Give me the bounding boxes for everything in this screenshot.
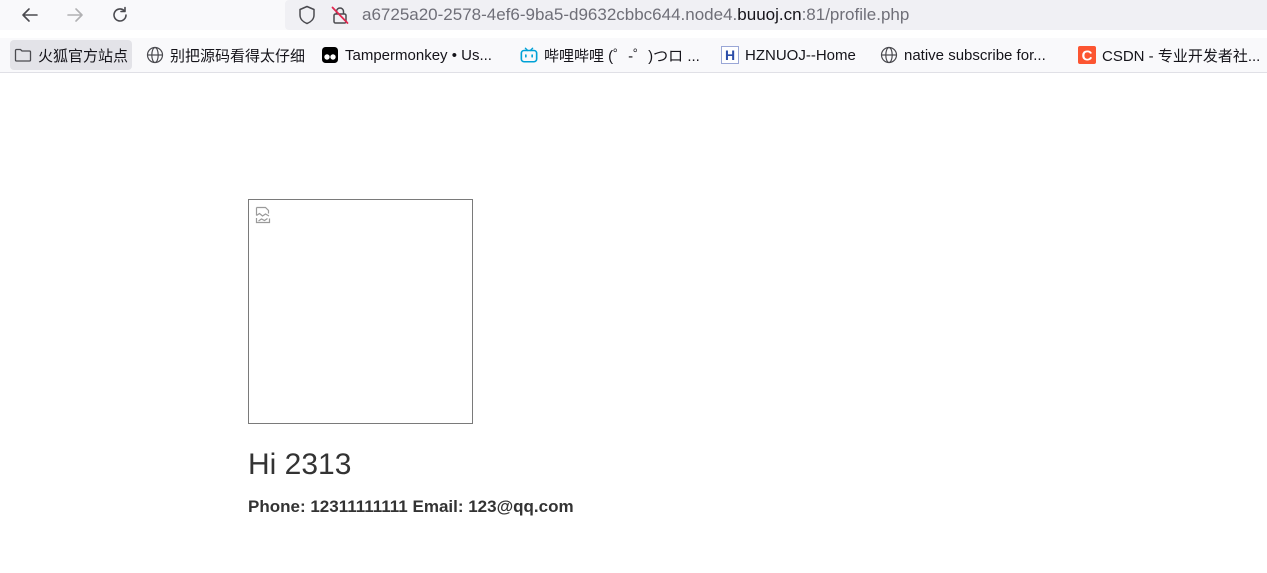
svg-text:C: C — [1082, 48, 1093, 65]
bookmark-source-code[interactable]: 别把源码看得太仔细 — [142, 40, 309, 70]
url-suffix: :81/profile.php — [801, 5, 910, 24]
bookmark-hznuoj[interactable]: H HZNUOJ--Home — [717, 40, 860, 70]
profile-image-placeholder — [248, 199, 473, 424]
contact-info: Phone: 12311111111 Email: 123@qq.com — [248, 497, 574, 516]
bookmark-firefox-official[interactable]: 火狐官方站点 — [10, 40, 133, 70]
bookmark-csdn[interactable]: C CSDN - 专业开发者社... — [1074, 40, 1264, 70]
forward-arrow-icon — [67, 8, 83, 22]
tampermonkey-icon — [321, 46, 339, 64]
folder-icon — [14, 46, 32, 64]
bookmark-label: 哔哩哔哩 (゜-゜)つロ ... — [544, 47, 700, 65]
svg-text:H: H — [725, 47, 735, 63]
bookmark-label: Tampermonkey • Us... — [345, 46, 492, 64]
globe-icon — [880, 46, 898, 64]
url-domain: buuoj.cn — [737, 5, 802, 24]
url-text[interactable]: a6725a20-2578-4ef6-9ba5-d9632cbbc644.nod… — [362, 5, 909, 25]
bookmark-label: native subscribe for... — [904, 46, 1046, 64]
bookmark-label: 火狐官方站点 — [38, 47, 129, 65]
back-arrow-icon — [22, 8, 38, 22]
csdn-icon: C — [1078, 46, 1096, 64]
bookmark-label: 别把源码看得太仔细 — [170, 47, 306, 65]
bookmark-bilibili[interactable]: 哔哩哔哩 (゜-゜)つロ ... — [516, 40, 704, 70]
broken-image-icon — [255, 206, 271, 224]
insecure-lock-icon[interactable] — [330, 5, 350, 25]
bookmark-label: CSDN - 专业开发者社... — [1102, 47, 1261, 65]
bookmark-native-subscribe[interactable]: native subscribe for... — [876, 40, 1050, 70]
globe-icon — [146, 46, 164, 64]
greeting-heading: Hi 2313 — [248, 448, 352, 481]
bookmark-tampermonkey[interactable]: Tampermonkey • Us... — [317, 40, 496, 70]
bilibili-icon — [520, 46, 538, 64]
url-prefix: a6725a20-2578-4ef6-9ba5-d9632cbbc644.nod… — [362, 5, 738, 24]
navigation-toolbar: a6725a20-2578-4ef6-9ba5-d9632cbbc644.nod… — [0, 0, 1267, 30]
reload-icon — [113, 6, 127, 22]
back-button[interactable] — [15, 0, 45, 30]
bookmarks-toolbar: 火狐官方站点 别把源码看得太仔细 Tampermonkey • Us... 哔哩… — [0, 38, 1267, 73]
bookmark-label: HZNUOJ--Home — [745, 46, 856, 64]
hznuoj-icon: H — [721, 46, 739, 64]
url-bar[interactable]: a6725a20-2578-4ef6-9ba5-d9632cbbc644.nod… — [285, 0, 1267, 30]
shield-icon[interactable] — [297, 5, 317, 25]
forward-button[interactable] — [60, 0, 90, 30]
reload-button[interactable] — [105, 0, 135, 30]
